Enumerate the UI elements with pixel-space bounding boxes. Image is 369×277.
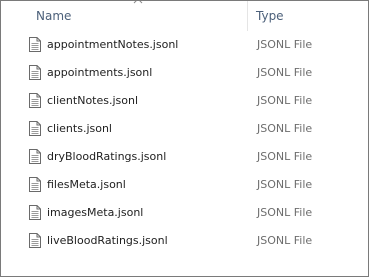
file-name: clients.jsonl [47, 122, 112, 135]
file-row[interactable]: liveBloodRatings.jsonl JSONL File [1, 227, 368, 255]
file-row[interactable]: imagesMeta.jsonl JSONL File [1, 199, 368, 227]
document-icon [29, 205, 41, 220]
file-row[interactable]: appointments.jsonl JSONL File [1, 59, 368, 87]
document-icon [29, 121, 41, 136]
file-row[interactable]: clientNotes.jsonl JSONL File [1, 87, 368, 115]
file-row[interactable]: filesMeta.jsonl JSONL File [1, 171, 368, 199]
file-type: JSONL File [257, 38, 313, 51]
file-type: JSONL File [257, 150, 313, 163]
chevron-up-icon [133, 1, 143, 4]
file-name: filesMeta.jsonl [47, 178, 126, 191]
file-name: appointments.jsonl [47, 66, 153, 79]
column-header-type[interactable]: Type [248, 1, 368, 31]
column-header-type-label: Type [256, 9, 284, 23]
file-name: imagesMeta.jsonl [47, 206, 144, 219]
file-name: dryBloodRatings.jsonl [47, 150, 167, 163]
document-icon [29, 93, 41, 108]
file-row[interactable]: appointmentNotes.jsonl JSONL File [1, 31, 368, 59]
file-row[interactable]: dryBloodRatings.jsonl JSONL File [1, 143, 368, 171]
file-type: JSONL File [257, 206, 313, 219]
file-type: JSONL File [257, 94, 313, 107]
document-icon [29, 149, 41, 164]
file-type: JSONL File [257, 234, 313, 247]
document-icon [29, 233, 41, 248]
file-name: clientNotes.jsonl [47, 94, 139, 107]
document-icon [29, 65, 41, 80]
file-name: appointmentNotes.jsonl [47, 38, 179, 51]
file-type: JSONL File [257, 178, 313, 191]
file-type: JSONL File [257, 122, 313, 135]
file-row[interactable]: clients.jsonl JSONL File [1, 115, 368, 143]
column-header-name[interactable]: Name [23, 1, 247, 31]
file-type: JSONL File [257, 66, 313, 79]
column-header-bar: Name Type [1, 1, 368, 31]
file-name: liveBloodRatings.jsonl [47, 234, 168, 247]
document-icon [29, 37, 41, 52]
file-list-pane: Name Type appointmentNotes.jsonl JSONL F… [0, 0, 369, 277]
column-header-name-label: Name [36, 9, 72, 23]
document-icon [29, 177, 41, 192]
